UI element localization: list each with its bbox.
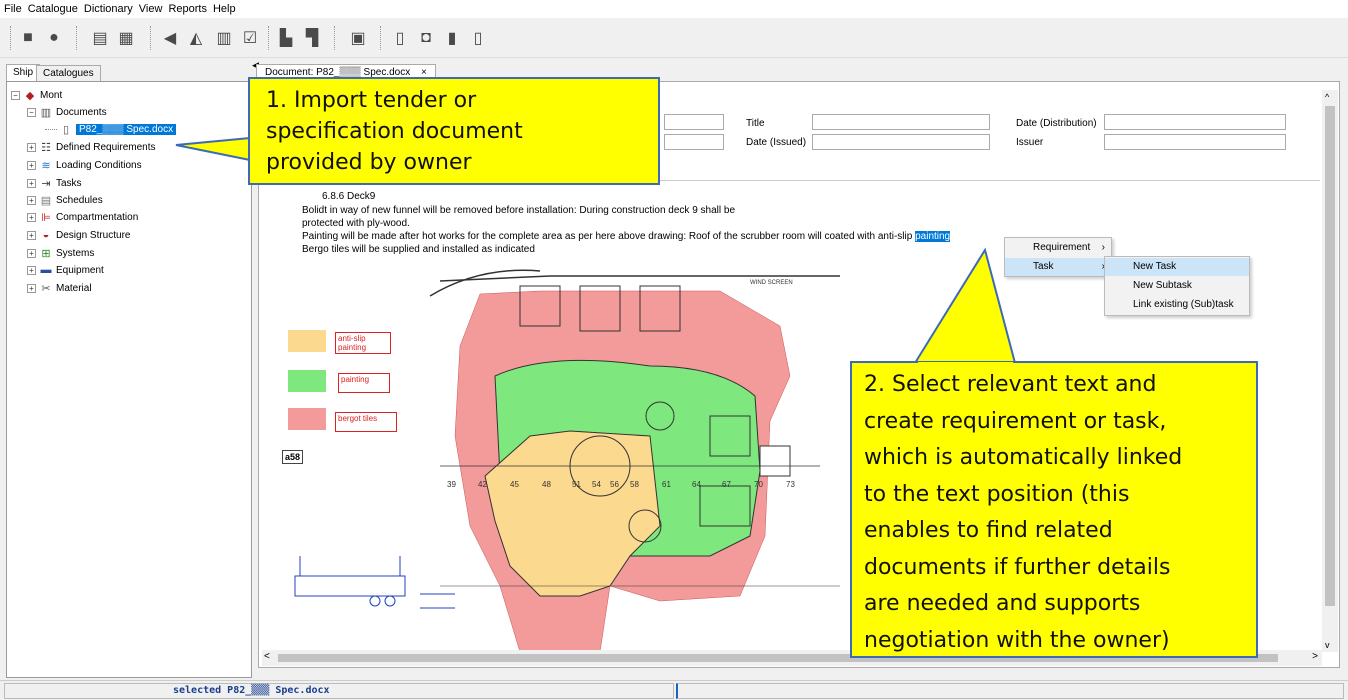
- callout-1-joint: [251, 140, 257, 158]
- status-text: selected P82_▒▒▒ Spec.docx: [4, 683, 674, 699]
- callout-1-pointer: [175, 136, 251, 162]
- status-right-panel: [676, 683, 1344, 699]
- status-bar: selected P82_▒▒▒ Spec.docx: [0, 680, 1348, 700]
- callout-2-joint: [918, 362, 1013, 366]
- callout-2-pointer: [913, 247, 1017, 364]
- callout-select-text: 2. Select relevant text and create requi…: [850, 361, 1258, 658]
- callout-import-document: 1. Import tender or specification docume…: [248, 77, 660, 185]
